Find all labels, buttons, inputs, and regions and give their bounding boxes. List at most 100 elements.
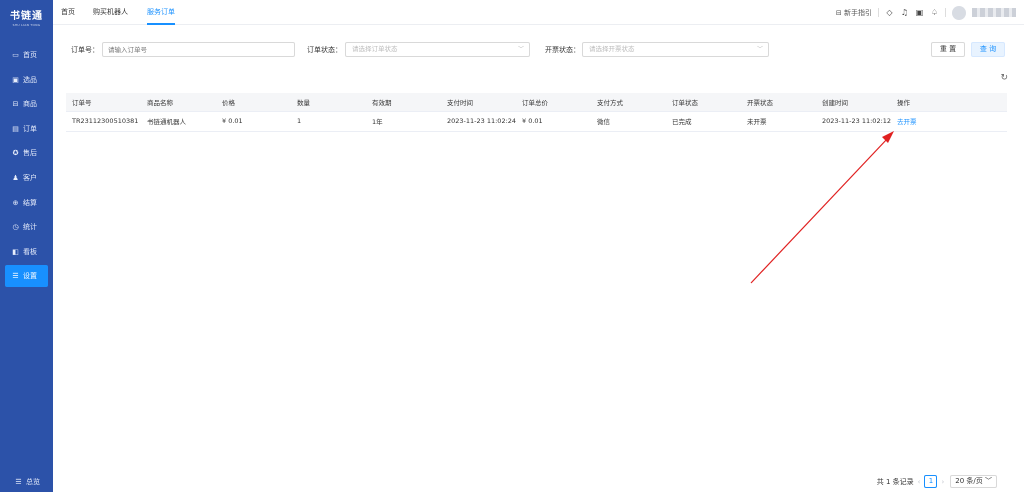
sidebar-item[interactable]: ▤ 订单 [5,118,48,140]
invoice-status-select[interactable]: 请选择开票状态 ﹀ [582,42,769,57]
diamond-icon[interactable]: ◇ [885,8,894,17]
sidebar-item-label: 选品 [23,75,37,84]
sidebar-item-label: 统计 [23,223,37,232]
cell-order-no: TR23112300510381 [66,111,141,132]
customer-icon: ♟ [12,173,19,182]
annotation-arrow-head [882,131,894,143]
query-button[interactable]: 查 询 [971,42,1005,57]
invoice-status-label: 开票状态： [545,46,580,54]
col-header-created: 创建时间 [816,93,891,112]
reset-button[interactable]: 重 置 [931,42,965,57]
col-header-price: 价格 [216,93,291,112]
sidebar-item[interactable]: ▭ 首页 [5,44,48,66]
sidebar-item-label: 看板 [23,247,37,256]
book-icon: ⊟ [835,8,842,17]
cell-qty: 1 [291,111,366,132]
logo-text: 书链通 [10,11,43,22]
bell-icon[interactable]: ♤ [930,8,939,17]
monitor-icon: ▭ [12,51,19,59]
col-header-action: 操作 [891,93,1007,112]
goods-icon: ⊟ [12,100,19,109]
cell-order-status: 已完成 [666,111,741,132]
cell-pay-time: 2023-11-23 11:02:24 [441,111,516,132]
sidebar: 书链通 SHU LIAN TONG ▭ 首页 ▣ 选品 ⊟ 商品 ▤ 订单 ✪ 售后 ♟ 客户 ⊕ 结算 ◷… [0,0,53,492]
sidebar-item[interactable]: ⊟ 商品 [5,93,48,115]
pagination: 共 1 条记录 ‹ 1 › 20 条/页 ﹀ [877,475,997,488]
app-logo[interactable]: 书链通 SHU LIAN TONG [0,0,53,34]
col-header-invoice-status: 开票状态 [741,93,816,112]
tab-home[interactable]: 首页 [61,0,75,25]
top-right-tools: ⊟ 新手指引 ◇ ♫ ▣ ♤ [836,0,1016,25]
settlement-icon: ⊕ [12,198,19,207]
sidebar-item[interactable]: ◧ 看板 [5,241,48,263]
table-header-row: 订单号 商品名称 价格 数量 有效期 支付时间 订单总价 支付方式 订单状态 开… [66,93,1007,112]
top-bar: 首页 购买机器人 服务订单 ⊟ 新手指引 ◇ ♫ ▣ ♤ [53,0,1024,25]
cell-price: ¥ 0.01 [216,111,291,132]
refresh-icon[interactable]: ↻ [1000,73,1008,83]
settings-icon: ☰ [12,272,19,281]
next-page-icon[interactable]: › [941,478,944,486]
sidebar-item[interactable]: ◷ 统计 [5,216,48,238]
logo-subtext: SHU LIAN TONG [12,23,41,27]
col-header-order-no: 订单号 [66,93,141,112]
user-name-blurred[interactable] [972,8,1016,17]
sidebar-item-label: 客户 [23,173,37,182]
order-status-placeholder: 请选择订单状态 [352,45,398,53]
cell-invoice-status: 未开票 [741,111,816,132]
sidebar-item-overview[interactable]: ☰ 总览 [0,472,53,492]
sidebar-item[interactable]: ⊕ 结算 [5,192,48,214]
cell-product: 书链通机器人 [141,111,216,132]
chevron-down-icon: ﹀ [756,46,763,53]
sidebar-footer-label: 总览 [26,478,40,486]
divider [878,8,879,17]
guide-link[interactable]: ⊟ 新手指引 [836,8,872,18]
invoice-status-placeholder: 请选择开票状态 [589,45,635,53]
orders-table: 订单号 商品名称 价格 数量 有效期 支付时间 订单总价 支付方式 订单状态 开… [66,93,1007,132]
sidebar-nav: ▭ 首页 ▣ 选品 ⊟ 商品 ▤ 订单 ✪ 售后 ♟ 客户 ⊕ 结算 ◷ 统计 ◧ 看板 ☰ 设置 [0,44,53,290]
invoice-action-link[interactable]: 去开票 [891,111,1007,132]
col-header-pay-method: 支付方式 [591,93,666,112]
cell-pay-method: 微信 [591,111,666,132]
total-records: 共 1 条记录 [876,477,914,486]
sidebar-item-label: 商品 [23,100,37,109]
page-size-select[interactable]: 20 条/页 ﹀ [950,475,997,488]
col-header-validity: 有效期 [366,93,441,112]
order-no-input[interactable] [102,42,295,57]
chevron-down-icon: ﹀ [517,46,524,53]
menu-icon: ☰ [15,478,22,486]
order-status-label: 订单状态： [307,46,342,54]
sidebar-item-label: 结算 [23,198,37,207]
tab-service-orders[interactable]: 服务订单 [147,0,175,25]
order-icon: ▤ [12,124,19,133]
sidebar-item[interactable]: ♟ 客户 [5,167,48,189]
sidebar-item-label: 订单 [23,124,37,133]
col-header-qty: 数量 [291,93,366,112]
tab-buy-robot[interactable]: 购买机器人 [93,0,128,25]
stats-icon: ◷ [12,223,19,232]
col-header-product: 商品名称 [141,93,216,112]
headset-icon[interactable]: ♫ [900,8,909,17]
col-header-pay-time: 支付时间 [441,93,516,112]
select-product-icon: ▣ [12,75,19,84]
avatar[interactable] [952,5,966,20]
sidebar-item[interactable]: ▣ 选品 [5,69,48,91]
col-header-total: 订单总价 [516,93,591,112]
cell-validity: 1年 [366,111,441,132]
cell-total: ¥ 0.01 [516,111,591,132]
message-icon[interactable]: ▣ [915,8,924,17]
guide-label: 新手指引 [844,8,872,17]
after-sale-icon: ✪ [12,149,19,158]
sidebar-item-label: 首页 [23,51,37,59]
annotation-overlay [750,131,894,284]
order-no-label: 订单号： [71,46,99,54]
sidebar-item-label: 售后 [23,149,37,158]
sidebar-item[interactable]: ✪ 售后 [5,142,48,164]
page-number-current[interactable]: 1 [924,475,938,488]
col-header-order-status: 订单状态 [666,93,741,112]
board-icon: ◧ [12,247,19,256]
annotation-arrow-line [750,137,889,284]
order-status-select[interactable]: 请选择订单状态 ﹀ [345,42,530,57]
prev-page-icon[interactable]: ‹ [918,478,921,486]
divider [945,8,946,17]
sidebar-item[interactable]: ☰ 设置 [5,265,48,288]
